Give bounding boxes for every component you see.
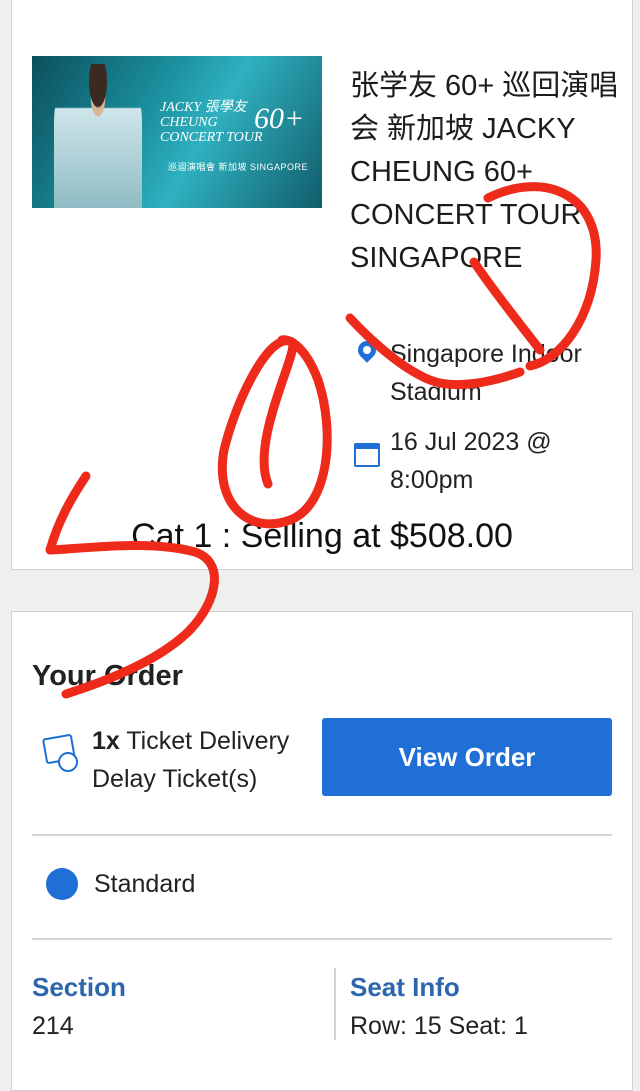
poster-title: JACKY 張學友 CHEUNG CONCERT TOUR [160, 100, 263, 145]
event-title: 张学友 60+ 巡回演唱会 新加坡 JACKY CHEUNG 60+ CONCE… [350, 70, 619, 274]
poster-title-line2: CHEUNG [160, 115, 218, 130]
price-line: Cat 1 : Selling at $508.00 [131, 517, 513, 555]
date-text: 16 Jul 2023 @ 8:00pm [390, 428, 552, 494]
view-order-button[interactable]: View Order [322, 718, 612, 796]
ticket-desc: Ticket Delivery Delay Ticket(s) [92, 727, 290, 793]
ticket-delivery-icon [32, 722, 92, 782]
poster-60-plus: 60+ [254, 102, 305, 135]
poster-title-line3: CONCERT TOUR [160, 130, 263, 145]
ticket-line: 1x Ticket Delivery Delay Ticket(s) [32, 722, 322, 798]
order-card: Your Order 1x Ticket Delivery Delay Tick… [11, 611, 633, 1091]
poster-figure [54, 64, 142, 208]
calendar-icon [350, 423, 390, 467]
event-poster: JACKY 張學友 CHEUNG CONCERT TOUR 60+ 巡迴演唱會 … [32, 56, 322, 208]
ticket-quantity: 1x [92, 727, 120, 755]
poster-subtitle: 巡迴演唱會 新加坡 SINGAPORE [168, 162, 309, 172]
ticket-tier: Standard [46, 868, 195, 900]
section-label: Section [32, 972, 126, 1002]
date-row: 16 Jul 2023 @ 8:00pm [350, 423, 600, 499]
ticket-description: 1x Ticket Delivery Delay Ticket(s) [92, 722, 322, 798]
venue-row: Singapore Indoor Stadium [350, 335, 600, 411]
divider [32, 938, 612, 940]
order-title: Your Order [32, 660, 183, 692]
poster-title-line1: JACKY 張學友 [160, 100, 247, 115]
section-value: 214 [32, 1012, 74, 1040]
column-separator [334, 968, 336, 1040]
event-card: JACKY 張學友 CHEUNG CONCERT TOUR 60+ 巡迴演唱會 … [11, 0, 633, 570]
seat-info-label: Seat Info [350, 972, 460, 1002]
venue-text: Singapore Indoor Stadium [390, 340, 582, 406]
divider [32, 834, 612, 836]
tier-label: Standard [94, 869, 196, 898]
tier-dot-icon [46, 868, 78, 900]
location-pin-icon [350, 335, 390, 375]
seat-info-value: Row: 15 Seat: 1 [350, 1012, 528, 1040]
seat-column: Seat Info Row: 15 Seat: 1 [350, 970, 528, 1041]
section-column: Section 214 [32, 970, 126, 1041]
